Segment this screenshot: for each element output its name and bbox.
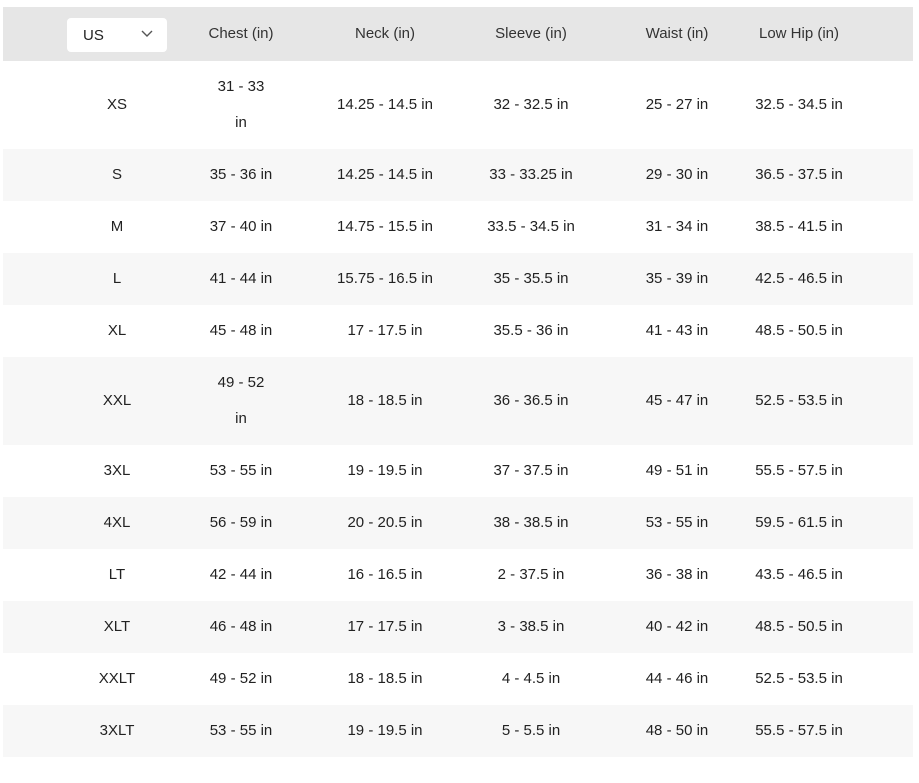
sleeve-cell: 5 - 5.5 in — [501, 722, 561, 739]
size-cell: XXLT — [98, 670, 136, 687]
size-cell: S — [111, 166, 122, 183]
low-hip-cell: 52.5 - 53.5 in — [755, 670, 843, 687]
low-hip-cell: 32.5 - 34.5 in — [755, 96, 843, 113]
sleeve-cell: 4 - 4.5 in — [501, 670, 561, 687]
neck-cell: 18 - 18.5 in — [347, 670, 423, 687]
size-cell: XS — [106, 96, 127, 113]
column-header-low-hip: Low Hip (in) — [758, 25, 840, 42]
neck-cell: 18 - 18.5 in — [347, 392, 423, 409]
sleeve-cell: 38 - 38.5 in — [493, 514, 569, 531]
neck-cell: 20 - 20.5 in — [347, 514, 423, 531]
chest-cell: 46 - 48 in — [209, 618, 273, 635]
waist-cell: 29 - 30 in — [645, 166, 709, 183]
neck-cell: 17 - 17.5 in — [347, 322, 423, 339]
sleeve-cell: 32 - 32.5 in — [493, 96, 569, 113]
chest-value: 49 - 52 in — [217, 374, 265, 427]
column-header-chest: Chest (in) — [208, 25, 274, 42]
neck-cell: 14.25 - 14.5 in — [337, 96, 433, 113]
low-hip-cell: 48.5 - 50.5 in — [755, 618, 843, 635]
sleeve-cell: 35.5 - 36 in — [493, 322, 569, 339]
low-hip-cell: 55.5 - 57.5 in — [755, 722, 843, 739]
low-hip-cell: 43.5 - 46.5 in — [755, 566, 843, 583]
low-hip-cell: 38.5 - 41.5 in — [755, 218, 843, 235]
size-cell: L — [112, 270, 122, 287]
chest-value: 31 - 33 in — [217, 78, 265, 131]
waist-cell: 44 - 46 in — [645, 670, 709, 687]
sleeve-cell: 35 - 35.5 in — [493, 270, 569, 287]
size-cell: M — [110, 218, 124, 235]
waist-cell: 53 - 55 in — [645, 514, 709, 531]
waist-cell: 49 - 51 in — [645, 462, 709, 479]
waist-cell: 40 - 42 in — [645, 618, 709, 635]
neck-cell: 16 - 16.5 in — [347, 566, 423, 583]
sleeve-cell: 33 - 33.25 in — [489, 166, 573, 183]
neck-cell: 19 - 19.5 in — [347, 462, 423, 479]
size-chart-table: US Chest (in) Neck (in) Sleeve (in) Wais… — [3, 7, 913, 757]
size-cell: 3XLT — [99, 722, 135, 739]
chest-cell: 37 - 40 in — [209, 218, 273, 235]
low-hip-cell: 42.5 - 46.5 in — [755, 270, 843, 287]
waist-cell: 35 - 39 in — [645, 270, 709, 287]
waist-cell: 31 - 34 in — [645, 218, 709, 235]
table-row: XLT 46 - 48 in 17 - 17.5 in 3 - 38.5 in … — [3, 601, 913, 653]
chest-cell: 49 - 52 in — [209, 670, 273, 687]
neck-cell: 19 - 19.5 in — [347, 722, 423, 739]
table-header-row: US Chest (in) Neck (in) Sleeve (in) Wais… — [3, 7, 913, 61]
table-row: LT 42 - 44 in 16 - 16.5 in 2 - 37.5 in 3… — [3, 549, 913, 601]
waist-cell: 48 - 50 in — [645, 722, 709, 739]
chest-cell: 42 - 44 in — [209, 566, 273, 583]
column-header-neck: Neck (in) — [354, 25, 415, 42]
chest-cell: 56 - 59 in — [209, 514, 273, 531]
chest-cell: 45 - 48 in — [209, 322, 273, 339]
table-row: XL 45 - 48 in 17 - 17.5 in 35.5 - 36 in … — [3, 305, 913, 357]
chest-cell: 41 - 44 in — [209, 270, 273, 287]
column-header-sleeve: Sleeve (in) — [495, 25, 567, 42]
chest-cell: 53 - 55 in — [209, 462, 273, 479]
waist-cell: 45 - 47 in — [645, 392, 709, 409]
sleeve-cell: 37 - 37.5 in — [493, 462, 569, 479]
size-cell: XL — [107, 322, 127, 339]
table-row: 4XL 56 - 59 in 20 - 20.5 in 38 - 38.5 in… — [3, 497, 913, 549]
chevron-down-icon — [141, 30, 153, 37]
size-cell: 3XL — [103, 462, 131, 479]
sleeve-cell: 2 - 37.5 in — [497, 566, 565, 583]
table-row: 3XLT 53 - 55 in 19 - 19.5 in 5 - 5.5 in … — [3, 705, 913, 757]
chest-cell: 49 - 52 in — [183, 357, 299, 445]
region-select-value: US — [83, 26, 104, 44]
waist-cell: 41 - 43 in — [645, 322, 709, 339]
table-row: XXLT 49 - 52 in 18 - 18.5 in 4 - 4.5 in … — [3, 653, 913, 705]
table-row: 3XL 53 - 55 in 19 - 19.5 in 37 - 37.5 in… — [3, 445, 913, 497]
size-cell: LT — [108, 566, 126, 583]
low-hip-cell: 59.5 - 61.5 in — [755, 514, 843, 531]
chest-cell: 31 - 33 in — [183, 61, 299, 149]
sleeve-cell: 33.5 - 34.5 in — [487, 218, 575, 235]
table-row: L 41 - 44 in 15.75 - 16.5 in 35 - 35.5 i… — [3, 253, 913, 305]
column-header-waist: Waist (in) — [645, 25, 709, 42]
sleeve-cell: 36 - 36.5 in — [493, 392, 569, 409]
neck-cell: 15.75 - 16.5 in — [337, 270, 433, 287]
low-hip-cell: 48.5 - 50.5 in — [755, 322, 843, 339]
waist-cell: 36 - 38 in — [645, 566, 709, 583]
chest-cell: 35 - 36 in — [209, 166, 273, 183]
low-hip-cell: 36.5 - 37.5 in — [755, 166, 843, 183]
neck-cell: 14.25 - 14.5 in — [337, 166, 433, 183]
table-row: M 37 - 40 in 14.75 - 15.5 in 33.5 - 34.5… — [3, 201, 913, 253]
table-row: XXL 49 - 52 in 18 - 18.5 in 36 - 36.5 in… — [3, 357, 913, 445]
table-row: XS 31 - 33 in 14.25 - 14.5 in 32 - 32.5 … — [3, 61, 913, 149]
region-select[interactable]: US — [67, 18, 167, 52]
neck-cell: 14.75 - 15.5 in — [337, 218, 433, 235]
low-hip-cell: 52.5 - 53.5 in — [755, 392, 843, 409]
sleeve-cell: 3 - 38.5 in — [497, 618, 565, 635]
neck-cell: 17 - 17.5 in — [347, 618, 423, 635]
size-cell: 4XL — [103, 514, 131, 531]
size-cell: XLT — [103, 618, 131, 635]
size-cell: XXL — [102, 392, 132, 409]
chest-cell: 53 - 55 in — [209, 722, 273, 739]
waist-cell: 25 - 27 in — [645, 96, 709, 113]
table-row: S 35 - 36 in 14.25 - 14.5 in 33 - 33.25 … — [3, 149, 913, 201]
low-hip-cell: 55.5 - 57.5 in — [755, 462, 843, 479]
